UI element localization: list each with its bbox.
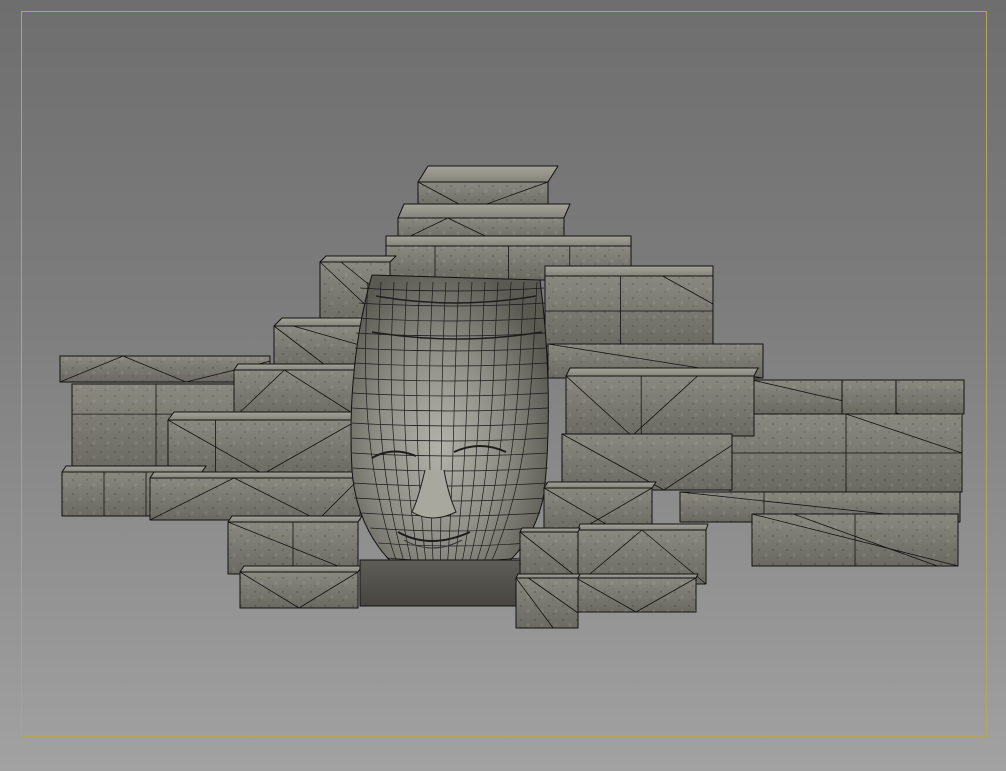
tower-cap-block [417, 165, 559, 211]
right-wing-block-small [841, 379, 897, 417]
left-foot-block [239, 565, 363, 609]
front-right-block-d [575, 573, 699, 613]
front-right-block-c [519, 527, 581, 579]
3d-viewport[interactable] [0, 0, 1006, 771]
left-base-block [227, 515, 363, 575]
left-wing-mid [233, 363, 365, 419]
front-right-block-e [515, 573, 581, 629]
face-mesh [350, 274, 549, 607]
temple-face-model[interactable] [0, 0, 1006, 771]
left-inner-block [167, 411, 365, 475]
upper-right-block [544, 265, 714, 347]
right-wing-wall [729, 413, 963, 493]
front-right-upper [565, 367, 759, 437]
left-low-block [149, 471, 365, 521]
right-wing-bottom [751, 513, 959, 567]
